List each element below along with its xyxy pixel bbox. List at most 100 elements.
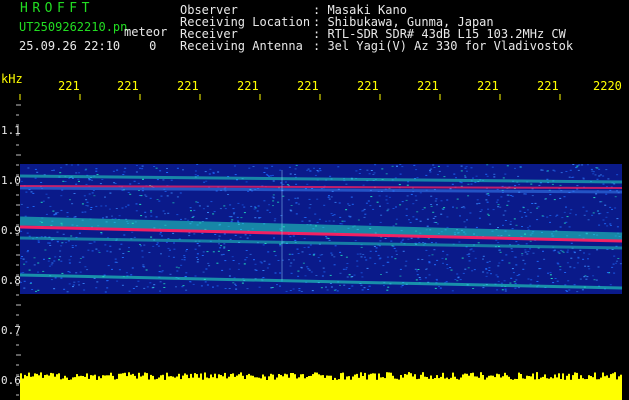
noise-pixel [167,238,170,239]
noise-pixel [159,233,162,235]
noise-floor-bar [308,376,310,384]
noise-pixel [45,193,48,195]
freq-unit-label: kHz [1,72,23,86]
noise-pixel [84,169,87,171]
noise-pixel [556,214,559,216]
noise-pixel [109,192,112,194]
noise-pixel [266,209,269,211]
noise-pixel [521,253,524,254]
noise-pixel [510,248,513,250]
noise-floor-bar [300,374,302,384]
freq-label: 0.7 [1,324,21,337]
noise-pixel [25,191,28,193]
noise-pixel [587,219,590,221]
noise-floor-bar [482,375,484,384]
noise-floor-bar [424,376,426,384]
noise-floor-bar [328,375,330,384]
noise-pixel [98,252,101,253]
noise-floor-bar [362,376,364,384]
noise-pixel [599,174,602,176]
noise-pixel [114,183,117,184]
noise-pixel [308,269,311,271]
noise-pixel [369,205,372,207]
noise-floor-bar [332,380,334,384]
noise-pixel [431,254,434,256]
noise-floor-bar [418,378,420,384]
noise-pixel [616,260,618,262]
noise-pixel [525,243,528,245]
noise-pixel [569,169,572,171]
noise-pixel [575,214,577,216]
noise-pixel [67,240,70,242]
noise-pixel [163,287,166,288]
noise-floor-bar [448,379,450,384]
noise-pixel [77,178,80,180]
noise-pixel [333,264,336,266]
noise-pixel [463,207,466,209]
noise-floor-bar [298,377,300,384]
noise-pixel [607,178,610,180]
noise-pixel [514,287,517,289]
noise-pixel [400,286,403,288]
noise-pixel [28,235,31,237]
noise-pixel [430,195,433,197]
noise-pixel [502,214,505,216]
noise-pixel [363,208,366,210]
noise-floor-bar [580,375,582,384]
noise-pixel [61,272,64,274]
noise-pixel [233,165,236,167]
noise-pixel [196,243,199,244]
noise-pixel [219,208,222,210]
noise-pixel [392,225,395,227]
noise-pixel [74,216,77,218]
noise-pixel [27,167,30,169]
noise-pixel [308,253,311,255]
noise-floor-bar [212,377,214,384]
noise-pixel [152,245,155,247]
noise-pixel [399,173,402,175]
noise-floor-bar [566,375,568,384]
noise-pixel [559,226,562,228]
noise-pixel [172,256,175,258]
noise-pixel [582,177,585,179]
noise-pixel [562,251,565,253]
noise-pixel [530,183,533,185]
noise-pixel [145,269,148,271]
noise-pixel [286,184,289,186]
noise-pixel [407,181,410,183]
noise-pixel [59,172,62,174]
noise-pixel [264,167,267,169]
noise-pixel [549,221,551,223]
noise-pixel [616,218,619,220]
noise-pixel [482,271,485,273]
noise-pixel [253,259,255,261]
noise-pixel [274,272,277,274]
noise-pixel [259,217,262,218]
noise-floor-bar [210,374,212,384]
noise-pixel [141,165,144,167]
noise-pixel [303,247,306,248]
noise-pixel [526,253,529,255]
noise-pixel [546,178,549,180]
noise-pixel [552,282,555,284]
noise-pixel [361,289,364,291]
noise-pixel [230,221,233,223]
noise-pixel [231,219,234,221]
noise-pixel [391,256,393,258]
noise-pixel [118,248,121,250]
noise-floor-bar [338,379,340,384]
noise-pixel [588,253,591,255]
noise-pixel [487,193,490,195]
noise-pixel [159,170,162,172]
noise-pixel [584,275,587,277]
noise-floor-bar [62,378,64,384]
noise-floor-bar [428,378,430,384]
noise-pixel [72,284,75,286]
noise-pixel [196,253,199,255]
noise-pixel [176,270,179,272]
noise-pixel [224,260,227,262]
noise-floor-bar [270,373,272,384]
noise-pixel [464,167,467,169]
noise-pixel [536,207,539,209]
noise-pixel [475,175,478,177]
